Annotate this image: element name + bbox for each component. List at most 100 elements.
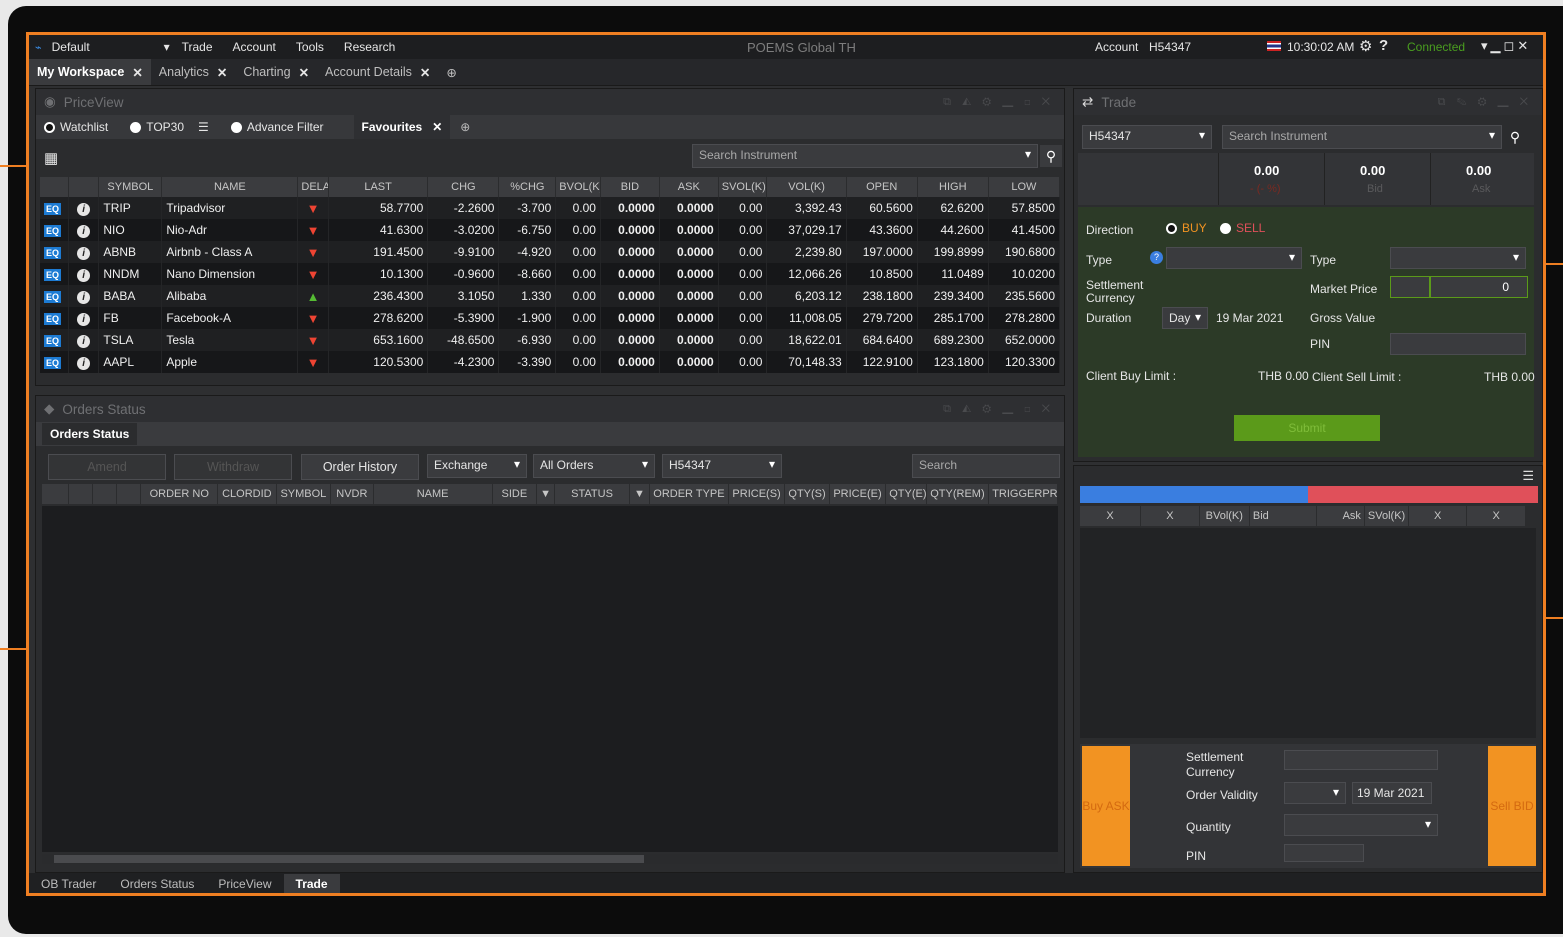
horizontal-scrollbar[interactable] [42, 854, 1058, 864]
col-header[interactable]: BID [600, 177, 660, 197]
table-row[interactable]: EQ i TRIP Tripadvisor ▼ 58.7700 -2.2600 -3.700 0… [40, 197, 1061, 219]
validity-type-dropdown[interactable] [1390, 247, 1526, 269]
submit-button[interactable]: Submit [1234, 415, 1380, 441]
settlement-currency-input[interactable] [1284, 750, 1438, 770]
thai-flag-icon[interactable] [1267, 41, 1281, 51]
account-dropdown[interactable]: H54347 [662, 454, 782, 478]
priceview-search-input[interactable]: Search Instrument ▾ [692, 144, 1038, 168]
orders-search-input[interactable]: Search [912, 454, 1060, 478]
order-validity-dropdown[interactable] [1284, 782, 1346, 804]
col-header[interactable]: STATUS [554, 484, 630, 504]
profile-dropdown[interactable]: Default ▾ [42, 40, 172, 54]
amend-button[interactable]: Amend [48, 454, 166, 480]
pin-input[interactable] [1390, 333, 1526, 355]
col-header[interactable]: NVDR [330, 484, 374, 504]
col-header[interactable]: HIGH [917, 177, 989, 197]
col-header[interactable]: ORDER TYPE [649, 484, 729, 504]
col-header[interactable]: ORDER NO [140, 484, 219, 504]
duration-dropdown[interactable]: Day [1162, 307, 1208, 329]
market-price-checkbox[interactable] [1390, 276, 1430, 298]
tab-charting[interactable]: Charting ✕ [235, 65, 317, 80]
order-history-button[interactable]: Order History [301, 454, 419, 480]
info-icon[interactable]: i [77, 268, 91, 282]
col-header[interactable]: DELAY [297, 177, 329, 197]
duration-date[interactable]: 19 Mar 2021 [1216, 311, 1283, 325]
col-header[interactable]: OPEN [846, 177, 918, 197]
add-tab-icon[interactable]: ⊕ [438, 65, 464, 80]
exchange-dropdown[interactable]: Exchange [427, 454, 527, 478]
grid-icon[interactable]: ▦ [44, 149, 58, 167]
col-header[interactable]: QTY(S) [784, 484, 830, 504]
col-header[interactable]: PRICE(S) [728, 484, 786, 504]
col-header[interactable]: LAST [328, 177, 429, 197]
tab-favourites[interactable]: Favourites ✕ [353, 115, 451, 139]
table-row[interactable]: EQ i BABA Alibaba ▲ 236.4300 3.1050 1.330 0.00 0.… [40, 285, 1061, 307]
tab-priceview[interactable]: PriceView [206, 874, 283, 893]
table-row[interactable]: EQ i TSLA Tesla ▼ 653.1600 -48.6500 -6.930 0.00 0… [40, 329, 1061, 351]
search-icon[interactable]: ⚲ [1504, 126, 1526, 148]
filter-icon[interactable]: ▼ [536, 484, 556, 504]
menu-tools[interactable]: Tools [286, 40, 334, 54]
radio-top30[interactable]: TOP30 ☰ [130, 120, 209, 134]
filter-icon[interactable]: ▼ [629, 484, 651, 504]
order-type-dropdown[interactable] [1166, 247, 1302, 269]
list-icon[interactable]: ☰ [198, 120, 209, 134]
col-header[interactable]: NAME [373, 484, 493, 504]
close-icon[interactable]: ✕ [299, 65, 309, 80]
info-icon[interactable]: i [77, 356, 91, 370]
withdraw-button[interactable]: Withdraw [174, 454, 292, 480]
col-header[interactable]: LOW [988, 177, 1061, 197]
market-price-input[interactable]: 0 [1430, 276, 1528, 298]
col-header[interactable]: %CHG [498, 177, 557, 197]
table-row[interactable]: EQ i ABNB Airbnb - Class A ▼ 191.4500 -9.9100-… [40, 241, 1061, 263]
col-header[interactable]: NAME [161, 177, 299, 197]
col-header[interactable]: VOL(K) [766, 177, 847, 197]
col-header[interactable]: SVOL(K) [718, 177, 768, 197]
tab-orders-status[interactable]: Orders Status [42, 423, 138, 445]
sell-bid-button[interactable]: Sell BID [1488, 746, 1536, 866]
help-icon[interactable]: ? [1150, 251, 1163, 264]
tab-analytics[interactable]: Analytics ✕ [151, 65, 236, 80]
table-row[interactable]: EQ i FB Facebook-A ▼ 278.6200 -5.3900 -1.900 0.0… [40, 307, 1061, 329]
trade-account-dropdown[interactable]: H54347 [1082, 125, 1212, 149]
gear-icon[interactable]: ⚙ [1359, 37, 1372, 55]
order-filter-dropdown[interactable]: All Orders [533, 454, 655, 478]
col-header[interactable]: CHG [427, 177, 500, 197]
quantity-dropdown[interactable] [1284, 814, 1438, 836]
col-header[interactable]: PRICE(E) [829, 484, 887, 504]
tab-account-details[interactable]: Account Details ✕ [317, 65, 438, 80]
col-header[interactable]: BVOL(K) [555, 177, 601, 197]
pin-input[interactable] [1284, 844, 1364, 862]
close-icon[interactable]: ✕ [420, 65, 430, 80]
tab-ob-trader[interactable]: OB Trader [29, 874, 108, 893]
close-icon[interactable]: ✕ [432, 120, 442, 134]
tab-my-workspace[interactable]: My Workspace ✕ [29, 59, 151, 85]
close-icon[interactable]: ✕ [132, 65, 142, 80]
add-tab-icon[interactable]: ⊕ [460, 120, 470, 134]
info-icon[interactable]: i [77, 202, 91, 216]
trade-search-input[interactable]: Search Instrument ▾ [1222, 125, 1502, 149]
buy-radio[interactable]: BUY [1166, 221, 1207, 235]
info-icon[interactable]: i [77, 334, 91, 348]
menu-icon[interactable]: ☰ [1522, 468, 1534, 484]
help-icon[interactable]: ? [1379, 37, 1388, 54]
col-header[interactable]: SYMBOL [276, 484, 332, 504]
sell-radio[interactable]: SELL [1220, 221, 1265, 235]
buy-ask-button[interactable]: Buy ASK [1082, 746, 1130, 866]
search-icon[interactable]: ⚲ [1040, 145, 1062, 167]
scrollbar-thumb[interactable] [54, 855, 644, 863]
close-icon[interactable]: ✕ [217, 65, 227, 80]
info-icon[interactable]: i [77, 224, 91, 238]
radio-watchlist[interactable]: Watchlist [44, 120, 108, 134]
info-icon[interactable]: i [77, 290, 91, 304]
panel-controls[interactable]: ⧉ ◭ ⚙ ▁ ◻ ✕ [943, 96, 1054, 109]
radio-advance-filter[interactable]: Advance Filter [230, 120, 324, 134]
menu-research[interactable]: Research [334, 40, 405, 54]
table-row[interactable]: EQ i NNDM Nano Dimension ▼ 10.1300 -0.9600 -8.6… [40, 263, 1061, 285]
col-header[interactable]: CLORDID [217, 484, 277, 504]
window-controls[interactable]: ▾▁◻✕ [1481, 38, 1531, 54]
col-header[interactable]: SYMBOL [98, 177, 163, 197]
order-validity-date[interactable]: 19 Mar 2021 [1352, 782, 1432, 804]
menu-account[interactable]: Account [223, 40, 286, 54]
tab-orders-status[interactable]: Orders Status [108, 874, 206, 893]
